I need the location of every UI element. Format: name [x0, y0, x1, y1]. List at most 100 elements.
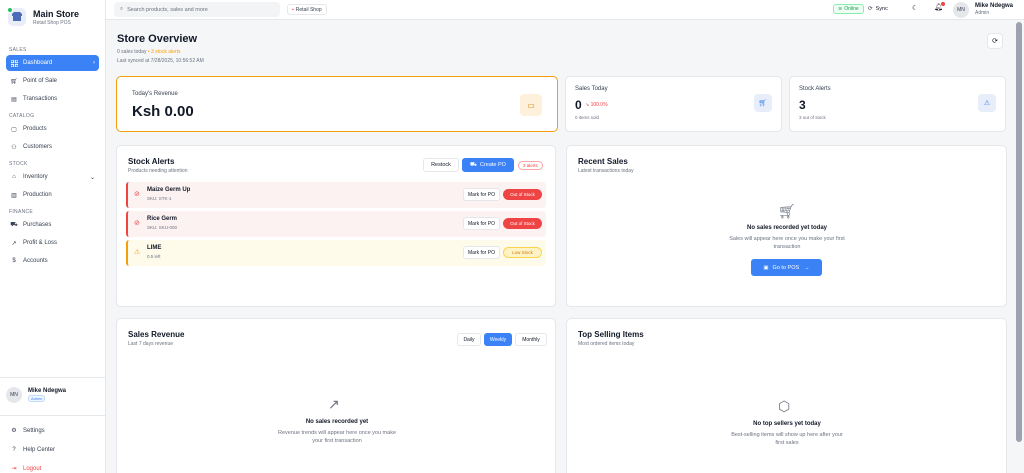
sales-today-text: 0 sales today: [117, 49, 147, 55]
status-badge: ≋ Online: [833, 4, 864, 14]
empty-text-line: Sales will appear here once you make you…: [729, 236, 845, 242]
logout-button[interactable]: ⇥ Logout: [6, 461, 100, 473]
alert-product-sku: 0.5 left: [147, 254, 161, 259]
mark-for-po-button[interactable]: Mark for PO: [463, 246, 500, 259]
alert-product-name: LIME: [147, 245, 162, 251]
sales-today-card: Sales Today 0 ↘ 100.0% 0 items sold 🛒︎: [565, 76, 782, 132]
sidebar-item-transactions[interactable]: ▤ Transactions: [6, 91, 99, 107]
search-icon: ⌕: [120, 6, 124, 12]
stock-alerts-value: 3: [799, 98, 806, 112]
sidebar-item-dashboard[interactable]: Dashboard ›: [6, 55, 99, 71]
sidebar-item-label: Accounts: [23, 258, 48, 264]
status-label: Online: [844, 6, 859, 12]
sidebar-item-label: Products: [23, 126, 47, 132]
sync-button[interactable]: ⟳ Sync: [868, 3, 888, 15]
help-center-link[interactable]: ? Help Center: [6, 442, 100, 457]
sidebar-item-label: Production: [23, 192, 52, 198]
sidebar-user[interactable]: MN Mike Ndegwa Admin: [0, 377, 106, 411]
create-po-label: Create PO: [479, 162, 506, 168]
status-badge: Out of Stock: [503, 189, 542, 200]
section-label-stock: STOCK: [9, 161, 28, 167]
sidebar-item-products[interactable]: ▢ Products: [6, 121, 99, 137]
help-label: Help Center: [23, 446, 56, 453]
stock-alerts-text: • 3 stock alerts: [147, 49, 181, 55]
top-selling-panel: Top Selling Items Most ordered items tod…: [566, 318, 1007, 473]
trend-icon: ↗: [328, 396, 340, 412]
stock-alerts-panel: Stock Alerts Products needing attention …: [116, 145, 556, 307]
stock-alerts-foot: 3 out of stock: [799, 115, 826, 120]
status-badge: Low Stock: [503, 247, 542, 258]
truck-icon: ⛟: [10, 222, 18, 228]
section-label-sales: SALES: [9, 47, 27, 53]
status-badge: Out of Stock: [503, 218, 542, 229]
sidebar-item-production[interactable]: ▥ Production: [6, 187, 99, 203]
sales-today-foot: 0 items sold: [575, 115, 600, 120]
empty-title: No sales recorded yet today: [746, 225, 828, 231]
sales-today-label: Sales Today: [575, 86, 608, 92]
go-to-pos-button[interactable]: ▣ Go to POS →: [751, 259, 822, 276]
create-po-button[interactable]: ⛟ Create PO: [462, 158, 514, 172]
mark-for-po-button[interactable]: Mark for PO: [463, 188, 500, 201]
tab-weekly[interactable]: Weekly: [484, 333, 512, 346]
empty-text: Sales will appear here once you make you…: [687, 235, 887, 251]
sidebar-item-accounts[interactable]: $ Accounts: [6, 253, 99, 269]
sidebar-item-inventory[interactable]: ⌂ Inventory ⌄: [6, 169, 99, 185]
arrow-right-icon: →: [804, 264, 810, 271]
settings-link[interactable]: ⚙ Settings: [6, 423, 100, 438]
empty-text-line: your first transaction: [312, 438, 362, 444]
alert-product-name: Maize Germ Up: [147, 187, 191, 193]
cart-icon: 🛒︎: [754, 94, 772, 112]
wifi-icon: ≋: [838, 6, 843, 12]
topbar-user-role: Admin: [975, 10, 990, 16]
page-title: Store Overview: [117, 33, 198, 45]
help-icon: ?: [12, 446, 16, 453]
user-name: Mike Ndegwa: [28, 387, 67, 394]
bell-icon[interactable]: 🔔︎: [934, 2, 945, 11]
truck-icon: ⛟: [470, 161, 477, 168]
refresh-icon: ⟳: [992, 38, 998, 45]
sidebar-item-label: Inventory: [23, 174, 48, 180]
search-placeholder: Search products, sales and more: [127, 6, 208, 13]
search-input[interactable]: ⌕ Search products, sales and more: [114, 2, 280, 17]
alerts-count-badge: 3 alerts: [518, 161, 543, 170]
sidebar-item-customers[interactable]: ⚇ Customers: [6, 139, 99, 155]
gear-icon: ⚙: [11, 428, 17, 434]
cart-icon: 🛒︎: [778, 203, 796, 219]
refresh-button[interactable]: ⟳: [987, 33, 1003, 49]
sidebar-item-point-of-sale[interactable]: 🛒︎ Point of Sale: [6, 73, 99, 89]
section-label-catalog: CATALOG: [9, 113, 35, 119]
sidebar-item-label: Profit & Loss: [23, 240, 58, 246]
revenue-label: Today's Revenue: [132, 91, 178, 97]
logout-icon: ⇥: [11, 466, 17, 472]
store-logo-icon: [7, 7, 26, 26]
topbar-avatar[interactable]: MN: [953, 2, 969, 18]
warehouse-icon: ⌂: [12, 174, 16, 180]
tab-monthly[interactable]: Monthly: [515, 333, 547, 346]
last-synced: Last synced at 7/28/2025, 10:56:52 AM: [117, 58, 204, 64]
mark-for-po-button[interactable]: Mark for PO: [463, 217, 500, 230]
moon-icon[interactable]: ☾: [912, 4, 918, 12]
avatar: MN: [6, 386, 22, 403]
receipt-icon: ▤: [11, 96, 17, 103]
brand-subtitle: Retail Shop POS: [33, 19, 71, 26]
sales-today-value: 0: [575, 98, 582, 112]
grid-icon: [10, 59, 18, 67]
recent-sales-panel: Recent Sales Latest transactions today 🛒…: [566, 145, 1007, 307]
sidebar-item-purchases[interactable]: ⛟ Purchases: [6, 217, 99, 233]
scrollbar[interactable]: [1016, 22, 1022, 442]
page-subtitle: 0 sales today • 3 stock alerts: [117, 49, 180, 55]
brand: Main Store Retail Shop POS: [0, 0, 105, 34]
empty-text-line: Best-selling items will show up here aft…: [731, 432, 843, 438]
tab-daily[interactable]: Daily: [457, 333, 481, 346]
restock-button[interactable]: Restock: [423, 158, 459, 172]
section-label-finance: FINANCE: [9, 209, 34, 215]
cash-icon: ▭: [520, 94, 542, 116]
sidebar-item-profit-loss[interactable]: ↗ Profit & Loss: [6, 235, 99, 251]
shop-label: Retail Shop: [295, 6, 322, 13]
warning-icon: ⚠: [978, 94, 996, 112]
sidebar-bottom-links: ⚙ Settings ? Help Center ⇥ Logout: [0, 415, 106, 473]
package-icon: ⬡: [778, 398, 791, 414]
shop-badge[interactable]: ▪ Retail Shop: [287, 4, 327, 15]
panel-title: Stock Alerts: [128, 157, 175, 166]
panel-title: Recent Sales: [578, 157, 628, 166]
